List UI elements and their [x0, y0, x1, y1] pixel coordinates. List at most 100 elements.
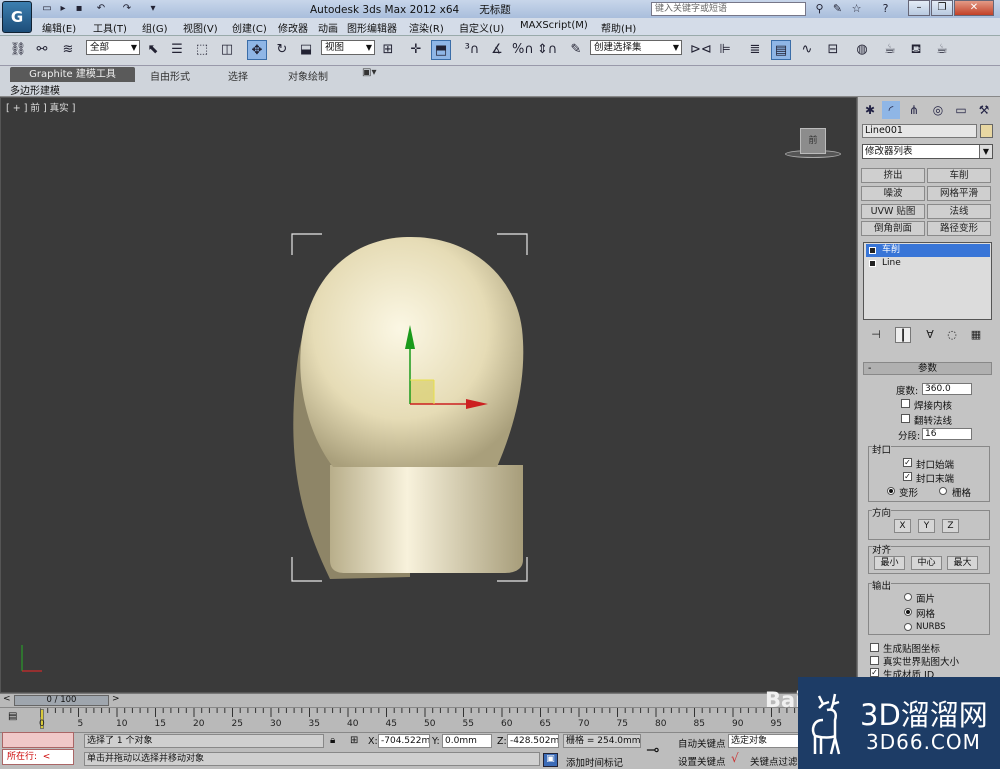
next-frame-icon[interactable]: > — [112, 694, 120, 704]
time-tag-icon[interactable]: ▣ — [543, 753, 558, 767]
binoculars-icon[interactable]: ⚲ — [812, 1, 827, 16]
mini-curve-editor-icon[interactable]: ▤ — [8, 711, 24, 725]
stack-item-lathe[interactable]: 车削 — [866, 244, 990, 257]
absolute-mode-icon[interactable]: ⊞ — [350, 735, 358, 746]
gen-map-coords-checkbox[interactable] — [870, 643, 879, 652]
time-slider-thumb[interactable]: 0 / 100 — [14, 695, 109, 706]
schematic-view-icon[interactable]: ⊟ — [823, 40, 843, 60]
maxscript-listener[interactable] — [2, 732, 74, 748]
align-min-button[interactable]: 最小 — [874, 556, 905, 570]
tools-icon[interactable]: ✎ — [830, 1, 845, 16]
mirror-icon[interactable]: ⊳⊲ — [690, 40, 712, 60]
extrude-button[interactable]: 挤出 — [861, 168, 925, 183]
save-icon[interactable]: ▪ — [72, 2, 86, 15]
help-icon[interactable]: ? — [878, 1, 893, 16]
patch-radio[interactable] — [904, 593, 912, 601]
motion-panel-icon[interactable]: ◎ — [929, 101, 947, 119]
make-unique-icon[interactable]: ∀ — [922, 327, 938, 343]
select-rotate-icon[interactable]: ↻ — [272, 40, 292, 60]
menu-create[interactable]: 创建(C) — [232, 20, 267, 35]
link-icon[interactable]: ⛓ — [8, 40, 28, 60]
layer-manager-icon[interactable]: ≣ — [745, 40, 765, 60]
select-scale-icon[interactable]: ⬓ — [296, 40, 316, 60]
hierarchy-panel-icon[interactable]: ⋔ — [905, 101, 923, 119]
select-move-icon[interactable]: ✥ — [247, 40, 267, 60]
real-world-checkbox[interactable] — [870, 656, 879, 665]
mesh-radio[interactable] — [904, 608, 912, 616]
display-panel-icon[interactable]: ▭ — [952, 101, 970, 119]
morph-radio[interactable] — [887, 487, 895, 495]
pivot-center-icon[interactable]: ⊞ — [378, 40, 398, 60]
modifier-list-dropdown[interactable]: 修改器列表 ▼ — [862, 144, 993, 159]
render-setup-icon[interactable]: ☕ — [880, 40, 900, 60]
meshsmooth-button[interactable]: 网格平滑 — [927, 186, 991, 201]
configure-sets-icon[interactable]: ▦ — [968, 327, 984, 343]
params-rollout-header[interactable]: - 参数 — [863, 362, 992, 375]
menu-edit[interactable]: 编辑(E) — [42, 20, 76, 35]
x-coord-field[interactable]: -704.522m — [378, 734, 430, 748]
lock-icon[interactable]: 🔒︎ — [330, 735, 335, 746]
bevel-profile-button[interactable]: 倒角剖面 — [861, 221, 925, 236]
star-icon[interactable]: ☆ — [849, 1, 864, 16]
rendered-frame-icon[interactable]: ⛾ — [906, 40, 926, 60]
ribbon-options-icon[interactable]: ▣▾ — [362, 67, 376, 78]
edit-named-selections-icon[interactable]: ✎ — [566, 40, 586, 60]
menu-maxscript[interactable]: MAXScript(M) — [520, 20, 588, 31]
bulb-icon[interactable] — [869, 247, 876, 254]
menu-group[interactable]: 组(G) — [142, 20, 168, 35]
new-file-icon[interactable]: ▭ — [40, 2, 54, 15]
object-name-field[interactable]: Line001 — [862, 124, 977, 138]
expand-icon[interactable] — [869, 260, 876, 267]
lathe-neck[interactable] — [330, 465, 523, 573]
search-input[interactable]: 键入关键字或短语 — [651, 2, 806, 16]
redo-icon[interactable]: ↷ — [120, 2, 134, 15]
bind-spacewarp-icon[interactable]: ≋ — [58, 40, 78, 60]
time-slider[interactable] — [0, 693, 857, 707]
named-selection-dropdown[interactable]: 创建选择集 ▼ — [590, 40, 682, 55]
poly-modeling-tab[interactable]: 多边形建模 — [10, 82, 60, 97]
direction-z-button[interactable]: Z — [942, 519, 959, 533]
menu-views[interactable]: 视图(V) — [183, 20, 218, 35]
noise-button[interactable]: 噪波 — [861, 186, 925, 201]
stack-item-line[interactable]: Line — [866, 257, 990, 270]
align-center-button[interactable]: 中心 — [911, 556, 942, 570]
menu-animation[interactable]: 动画 — [318, 20, 338, 35]
align-max-button[interactable]: 最大 — [947, 556, 978, 570]
snaps-toggle-icon[interactable]: ³∩ — [462, 40, 482, 60]
maxscript-line[interactable]: 所在行: < — [2, 749, 74, 765]
direction-x-button[interactable]: X — [894, 519, 911, 533]
select-manipulate-icon[interactable]: ✛ — [406, 40, 426, 60]
material-editor-icon[interactable]: ◍ — [852, 40, 872, 60]
ref-coord-dropdown[interactable]: 视图 ▼ — [321, 40, 375, 55]
uvw-map-button[interactable]: UVW 贴图 — [861, 204, 925, 219]
menu-customize[interactable]: 自定义(U) — [459, 20, 504, 35]
path-deform-button[interactable]: 路径变形 — [927, 221, 991, 236]
pin-stack-icon[interactable]: ⊣ — [868, 327, 884, 343]
auto-key-button[interactable]: 自动关键点 — [678, 736, 726, 750]
window-crossing-icon[interactable]: ◫ — [217, 40, 237, 60]
normal-button[interactable]: 法线 — [927, 204, 991, 219]
curve-editor-icon[interactable]: ∿ — [797, 40, 817, 60]
segments-spinner[interactable]: 16 — [922, 428, 972, 440]
cap-start-checkbox[interactable]: ✓ — [903, 458, 912, 467]
select-by-name-icon[interactable]: ☰ — [167, 40, 187, 60]
percent-snap-icon[interactable]: %∩ — [512, 40, 534, 60]
open-file-icon[interactable]: ▸ — [56, 2, 70, 15]
quick-access-dropdown-icon[interactable]: ▾ — [146, 2, 160, 15]
restore-button[interactable]: ❐ — [931, 0, 953, 16]
set-key-icon[interactable]: ⊸ — [646, 740, 659, 759]
menu-graph-editors[interactable]: 图形编辑器 — [347, 20, 397, 35]
align-icon[interactable]: ⊫ — [715, 40, 735, 60]
angle-snap-icon[interactable]: ∡ — [487, 40, 507, 60]
tab-object-paint[interactable]: 对象绘制 — [288, 68, 328, 83]
key-filter-icon[interactable]: √ — [731, 751, 739, 765]
add-time-tag[interactable]: 添加时间标记 — [566, 755, 623, 769]
minimize-button[interactable]: – — [908, 0, 930, 16]
z-coord-field[interactable]: -428.502m — [507, 734, 559, 748]
selected-object-dropdown[interactable]: 选定对象 — [728, 734, 800, 748]
show-end-result-icon[interactable]: ┃ — [895, 327, 911, 343]
gen-mat-ids-checkbox[interactable]: ✓ — [870, 668, 879, 677]
y-coord-field[interactable]: 0.0mm — [442, 734, 492, 748]
lathe-button[interactable]: 车削 — [927, 168, 991, 183]
tab-selection[interactable]: 选择 — [228, 68, 248, 83]
